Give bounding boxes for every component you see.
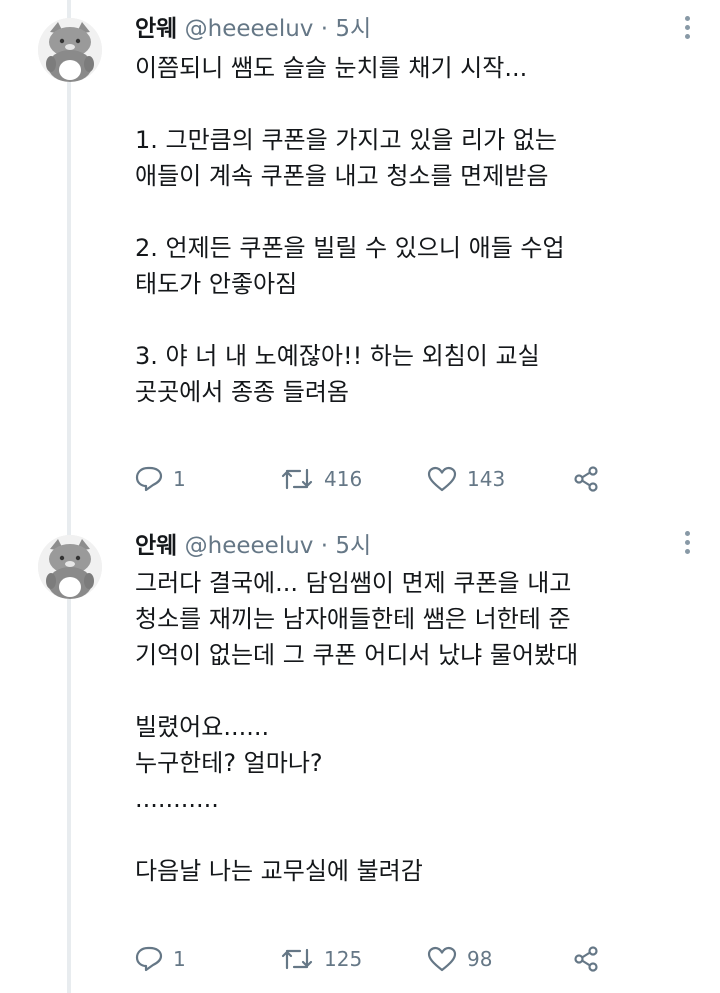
display-name[interactable]: 안웨: [135, 533, 177, 559]
tweet-text: 이쯤되니 쌤도 슬슬 눈치를 채기 시작... 1. 그만큼의 쿠폰을 가지고 …: [135, 54, 565, 406]
share-button[interactable]: [572, 942, 600, 976]
more-icon[interactable]: [682, 16, 692, 42]
avatar[interactable]: [38, 535, 102, 599]
reply-count: 1: [173, 947, 186, 971]
tweet[interactable]: 안웨 @heeeeluv · 5시 그러다 결국에... 담임쌤이 면제 쿠폰을…: [0, 515, 720, 993]
tweet-text: 그러다 결국에... 담임쌤이 면제 쿠폰을 내고 청소를 재끼는 남자애들한테…: [135, 569, 579, 885]
retweet-icon: [280, 946, 314, 972]
retweet-button[interactable]: 125: [280, 942, 362, 976]
avatar[interactable]: [38, 18, 102, 82]
user-handle[interactable]: @heeeeluv: [185, 16, 314, 42]
share-icon: [572, 465, 600, 493]
share-icon: [572, 945, 600, 973]
heart-icon: [427, 946, 457, 972]
reply-count: 1: [173, 467, 186, 491]
reply-button[interactable]: 1: [135, 462, 186, 496]
like-count: 143: [467, 467, 506, 491]
tweet-actions: 1 416 143: [135, 462, 615, 496]
retweet-count: 416: [324, 467, 363, 491]
share-button[interactable]: [572, 462, 600, 496]
tweet-header: 안웨 @heeeeluv · 5시: [135, 12, 371, 46]
separator-dot: ·: [320, 16, 329, 42]
tweet-header: 안웨 @heeeeluv · 5시: [135, 529, 371, 563]
reply-icon: [135, 946, 163, 972]
retweet-button[interactable]: 416: [280, 462, 362, 496]
separator-dot: ·: [320, 533, 329, 559]
heart-icon: [427, 466, 457, 492]
like-count: 98: [467, 947, 493, 971]
more-icon[interactable]: [682, 531, 692, 557]
like-button[interactable]: 98: [427, 942, 492, 976]
timestamp[interactable]: 5시: [335, 16, 371, 42]
reply-icon: [135, 466, 163, 492]
retweet-count: 125: [324, 947, 363, 971]
user-handle[interactable]: @heeeeluv: [185, 533, 314, 559]
tweet[interactable]: 안웨 @heeeeluv · 5시 이쯤되니 쌤도 슬슬 눈치를 채기 시작..…: [0, 0, 720, 515]
retweet-icon: [280, 466, 314, 492]
reply-button[interactable]: 1: [135, 942, 186, 976]
tweet-actions: 1 125 98: [135, 942, 615, 976]
like-button[interactable]: 143: [427, 462, 505, 496]
display-name[interactable]: 안웨: [135, 16, 177, 42]
timestamp[interactable]: 5시: [335, 533, 371, 559]
